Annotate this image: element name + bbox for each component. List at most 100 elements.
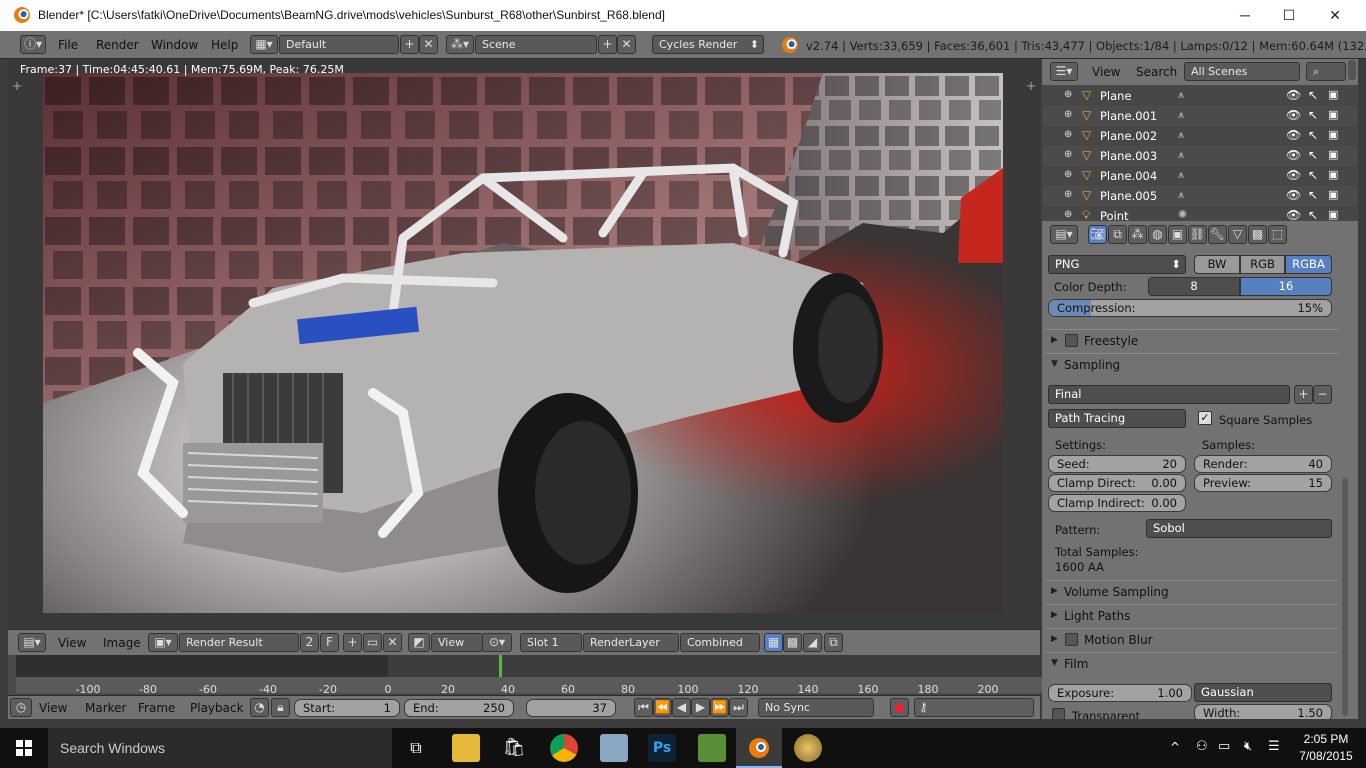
color-mode-bw[interactable]: BW: [1194, 255, 1240, 274]
panel-motion-blur[interactable]: ▶ Motion Blur: [1046, 628, 1338, 650]
remove-preset-minus-icon[interactable]: −: [1313, 385, 1332, 404]
area-split-plus-right-icon[interactable]: +: [1026, 79, 1036, 93]
visibility-eye-icon[interactable]: 👁︎: [1286, 88, 1301, 102]
editor-type-info-icon[interactable]: ⓘ▾: [20, 35, 46, 54]
menu-render[interactable]: Render: [96, 38, 139, 52]
pivot-icon[interactable]: ⊙▾: [482, 633, 512, 652]
image-menu-image[interactable]: Image: [103, 636, 141, 650]
sync-mode-select[interactable]: No Sync: [758, 698, 874, 717]
end-frame-field[interactable]: End: 250: [404, 699, 514, 717]
minimize-button[interactable]: ─: [1222, 0, 1268, 31]
scene-icon[interactable]: ⁂▾: [446, 35, 474, 54]
tab-modifiers-icon[interactable]: 🔧︎: [1208, 225, 1227, 244]
render-result-image[interactable]: [43, 73, 1003, 613]
tab-render-camera-icon[interactable]: 📷︎: [1088, 225, 1107, 244]
outliner-item[interactable]: ⊕ ▽ Plane.003 ⩚ 👁︎ ↖ ▣: [1042, 146, 1358, 166]
chrome-icon[interactable]: [550, 734, 578, 762]
taskbar-search-box[interactable]: Search Windows: [48, 728, 392, 768]
windows-start-icon[interactable]: [16, 740, 32, 756]
start-frame-field[interactable]: Start: 1: [294, 699, 400, 717]
selectable-cursor-icon[interactable]: ↖: [1308, 208, 1318, 221]
timeline-menu-playback[interactable]: Playback: [190, 701, 244, 715]
selectable-cursor-icon[interactable]: ↖: [1308, 148, 1318, 162]
blender-taskbar-button[interactable]: [736, 728, 782, 768]
render-layer-select[interactable]: RenderLayer: [583, 633, 679, 652]
seed-field[interactable]: Seed: 20: [1048, 455, 1186, 473]
store-icon[interactable]: 🛍︎: [500, 734, 528, 762]
timeline-ruler[interactable]: [16, 677, 1046, 693]
browse-image-icon[interactable]: ▣▾: [148, 633, 178, 652]
play-reverse-icon[interactable]: ◀: [672, 698, 691, 717]
outliner-item[interactable]: ⊕ ▽ Plane.004 ⩚ 👁︎ ↖ ▣: [1042, 166, 1358, 186]
properties-scrollbar[interactable]: [1342, 478, 1348, 716]
paint-app-icon[interactable]: [794, 734, 822, 762]
renderable-camera-icon[interactable]: ▣: [1328, 88, 1338, 101]
timeline-track[interactable]: [16, 655, 1046, 677]
color-depth-16[interactable]: 16: [1240, 277, 1332, 296]
panel-sampling[interactable]: ▼ Sampling: [1046, 353, 1338, 375]
renderable-camera-icon[interactable]: ▣: [1328, 108, 1338, 121]
new-image-plus-icon[interactable]: +: [343, 633, 362, 652]
display-z-icon[interactable]: ◢: [803, 633, 822, 652]
render-samples-field[interactable]: Render: 40: [1194, 455, 1332, 473]
selectable-cursor-icon[interactable]: ↖: [1308, 188, 1318, 202]
expand-plus-icon[interactable]: ⊕: [1064, 129, 1072, 140]
outliner-scrollbar[interactable]: [1348, 60, 1356, 80]
film-filter-select[interactable]: Gaussian: [1194, 683, 1332, 702]
network-app-icon[interactable]: [600, 734, 628, 762]
motion-blur-checkbox[interactable]: [1065, 633, 1078, 646]
outliner-display-mode-select[interactable]: All Scenes: [1184, 62, 1300, 81]
display-rgb-icon[interactable]: ▦: [764, 633, 783, 652]
task-view-icon[interactable]: ⧉: [402, 734, 430, 762]
color-mode-rgb[interactable]: RGB: [1240, 255, 1285, 274]
tab-material-icon[interactable]: ▩: [1248, 225, 1267, 244]
file-explorer-icon[interactable]: [452, 734, 480, 762]
image-name-field[interactable]: Render Result: [179, 633, 299, 652]
compression-slider[interactable]: Compression: 15%: [1048, 299, 1332, 317]
expand-plus-icon[interactable]: ⊕: [1064, 149, 1072, 160]
visibility-eye-icon[interactable]: 👁︎: [1286, 108, 1301, 122]
keying-set-icon[interactable]: ⚷: [914, 698, 1034, 717]
outliner-search-input[interactable]: ⌕: [1306, 62, 1346, 81]
editor-type-timeline-icon[interactable]: ◷: [10, 698, 32, 717]
preview-samples-field[interactable]: Preview: 15: [1194, 474, 1332, 492]
visibility-eye-icon[interactable]: 👁︎: [1286, 188, 1301, 202]
render-engine-select[interactable]: Cycles Render ⬍: [652, 35, 764, 54]
menu-window[interactable]: Window: [151, 38, 198, 52]
pattern-select[interactable]: Sobol: [1146, 519, 1332, 538]
expand-plus-icon[interactable]: ⊕: [1064, 169, 1072, 180]
selectable-cursor-icon[interactable]: ↖: [1308, 128, 1318, 142]
visibility-eye-icon[interactable]: 👁︎: [1286, 148, 1301, 162]
selectable-cursor-icon[interactable]: ↖: [1308, 108, 1318, 122]
outliner-menu-view[interactable]: View: [1092, 65, 1120, 79]
freestyle-checkbox[interactable]: [1065, 334, 1078, 347]
tray-volume-muted-icon[interactable]: 🔇︎: [1244, 739, 1252, 754]
expand-plus-icon[interactable]: ⊕: [1064, 209, 1072, 220]
image-menu-view[interactable]: View: [58, 636, 86, 650]
visibility-eye-icon[interactable]: 👁︎: [1286, 168, 1301, 182]
sampling-preset-select[interactable]: Final: [1048, 385, 1290, 404]
editor-type-image-icon[interactable]: ▤▾: [18, 633, 46, 652]
maximize-button[interactable]: ☐: [1266, 0, 1312, 31]
outliner-list[interactable]: ⊕ ▽ Plane ⩚ 👁︎ ↖ ▣ ⊕ ▽ Plane.001 ⩚ 👁︎ ↖ ▣ ⊕ ▽ Plane.002 ⩚…: [1042, 85, 1358, 221]
renderable-camera-icon[interactable]: ▣: [1328, 208, 1338, 221]
fake-user-button[interactable]: F: [320, 633, 339, 652]
outliner-item[interactable]: ⊕ ▽ Plane.002 ⩚ 👁︎ ↖ ▣: [1042, 126, 1358, 146]
tray-notifications-icon[interactable]: ☰: [1268, 739, 1280, 754]
display-alpha-icon[interactable]: ▩: [783, 633, 802, 652]
color-mode-rgba[interactable]: RGBA: [1285, 255, 1332, 274]
remove-screen-x-icon[interactable]: ✕: [419, 35, 438, 54]
selectable-cursor-icon[interactable]: ↖: [1308, 168, 1318, 182]
expand-plus-icon[interactable]: ⊕: [1064, 89, 1072, 100]
tray-network-icon[interactable]: ▭: [1218, 739, 1230, 754]
jump-keyframe-back-icon[interactable]: ⏪: [653, 698, 672, 717]
tab-scene-icon[interactable]: ⁂: [1128, 225, 1147, 244]
outliner-item[interactable]: ⊕ ▽ Plane ⩚ 👁︎ ↖ ▣: [1042, 86, 1358, 106]
close-button[interactable]: ✕: [1312, 0, 1358, 31]
open-image-folder-icon[interactable]: ▭: [363, 633, 382, 652]
screen-layout-field[interactable]: Default: [279, 35, 399, 54]
renderable-camera-icon[interactable]: ▣: [1328, 128, 1338, 141]
filter-width-field[interactable]: Width: 1.50: [1194, 704, 1332, 719]
tab-constraints-icon[interactable]: ⛓: [1188, 225, 1207, 244]
menu-file[interactable]: File: [58, 38, 78, 52]
